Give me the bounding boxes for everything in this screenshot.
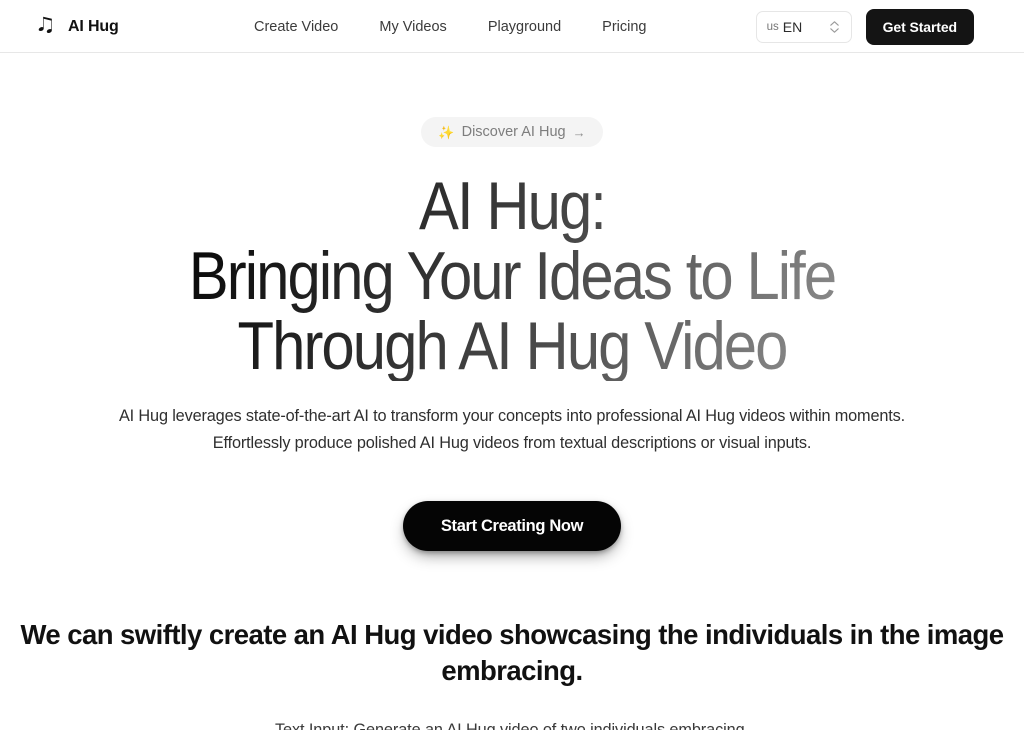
nav-item-my-videos[interactable]: My Videos [379, 19, 446, 35]
sparkles-icon: ✨ [438, 124, 455, 140]
start-creating-now-button[interactable]: Start Creating Now [402, 501, 622, 551]
hero-title: AI Hug: Bringing Your Ideas to Life Thro… [61, 171, 962, 381]
hero-cta-container: Start Creating Now [0, 501, 1024, 551]
language-code: EN [782, 18, 803, 35]
site-header: 🎝 AI Hug Create Video My Videos Playgrou… [0, 0, 1024, 53]
language-selector[interactable]: us EN [755, 10, 852, 43]
film-projector-icon: 🎝 [37, 15, 54, 38]
header-actions: us EN Get Started [755, 0, 974, 53]
language-region: us [766, 20, 779, 33]
feature-section: We can swiftly create an AI Hug video sh… [0, 617, 1024, 730]
hero-section: ✨ Discover AI Hug → AI Hug: Bringing You… [0, 53, 1024, 551]
hero-title-line-3: Through AI Hug Video [237, 308, 787, 384]
main-navigation: Create Video My Videos Playground Pricin… [254, 0, 647, 53]
arrow-right-icon: → [572, 124, 586, 140]
nav-item-create-video[interactable]: Create Video [254, 19, 338, 35]
feature-note: Text Input: Generate an AI Hug video of … [275, 721, 749, 730]
nav-item-playground[interactable]: Playground [488, 19, 561, 35]
get-started-button[interactable]: Get Started [865, 8, 974, 45]
feature-heading: We can swiftly create an AI Hug video sh… [20, 619, 1004, 686]
hero-subtitle: AI Hug leverages state-of-the-art AI to … [29, 403, 995, 457]
brand-name: AI Hug [68, 17, 119, 35]
nav-item-pricing[interactable]: Pricing [602, 19, 646, 35]
discover-badge-label: Discover AI Hug [461, 124, 566, 140]
chevron-up-down-icon [829, 20, 839, 33]
hero-subtitle-line-1: AI Hug leverages state-of-the-art AI to … [118, 407, 906, 425]
hero-title-line-2: Bringing Your Ideas to Life [188, 238, 836, 314]
hero-title-line-1: AI Hug: [418, 168, 606, 244]
brand-logo-link[interactable]: 🎝 AI Hug [33, 0, 119, 53]
hero-subtitle-line-2: Effortlessly produce polished AI Hug vid… [212, 434, 812, 452]
discover-badge[interactable]: ✨ Discover AI Hug → [421, 117, 603, 147]
